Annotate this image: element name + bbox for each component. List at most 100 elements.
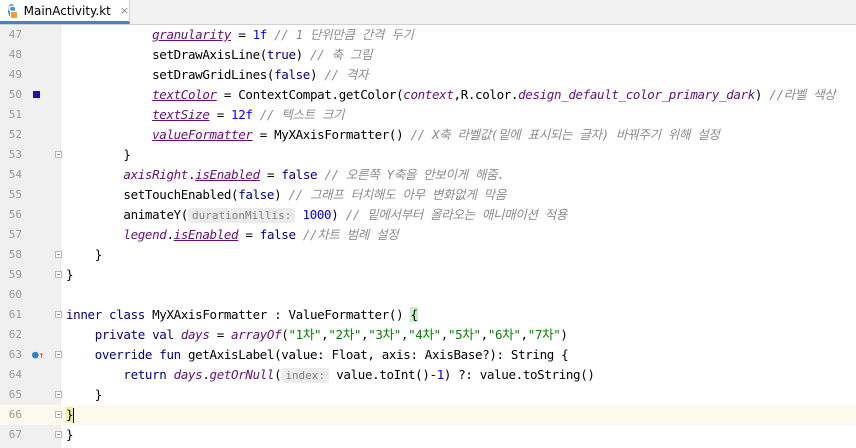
code-line[interactable]: 59} [0, 265, 856, 285]
code-text[interactable]: } [66, 385, 103, 405]
code-line[interactable]: 54 axisRight.isEnabled = false // 오른쪽 Y축… [0, 165, 856, 185]
fold-marker-icon[interactable] [55, 391, 62, 398]
code-token: 1 [436, 367, 445, 382]
code-line[interactable]: 50 textColor = ContextCompat.getColor(co… [0, 85, 856, 105]
line-number[interactable]: 66 [0, 405, 22, 425]
code-comment: // X축 라벨값(밑에 표시되는 글자) 바꿔주기 위해 설정 [410, 127, 720, 142]
line-number[interactable]: 47 [0, 25, 22, 45]
code-text[interactable]: animateY(durationMillis: 1000) // 밑에서부터 … [66, 205, 567, 226]
code-comment: // 오른쪽 Y축을 안보이게 해줌. [317, 167, 505, 182]
color-swatch-icon[interactable] [33, 91, 40, 98]
code-text[interactable]: setDrawAxisLine(true) // 축 그림 [66, 45, 372, 65]
line-number[interactable]: 65 [0, 385, 22, 405]
code-line[interactable]: 51 textSize = 12f // 텍스트 크기 [0, 105, 856, 125]
fold-marker-icon[interactable] [55, 151, 62, 158]
fold-marker-icon[interactable] [55, 351, 62, 358]
code-line[interactable]: 48 setDrawAxisLine(true) // 축 그림 [0, 45, 856, 65]
code-line[interactable]: 62 private val days = arrayOf("1차","2차",… [0, 325, 856, 345]
code-line[interactable]: 49 setDrawGridLines(false) // 격자 [0, 65, 856, 85]
code-line[interactable]: 60 [0, 285, 856, 305]
line-number[interactable]: 62 [0, 325, 22, 345]
line-number[interactable]: 48 [0, 45, 22, 65]
code-token: } [66, 427, 74, 442]
line-number[interactable]: 50 [0, 85, 22, 105]
code-line[interactable]: 64 return days.getOrNull(index: value.to… [0, 365, 856, 385]
line-number[interactable]: 59 [0, 265, 22, 285]
code-text[interactable]: } [66, 145, 131, 165]
code-line[interactable]: 66} [0, 405, 856, 425]
line-number[interactable]: 52 [0, 125, 22, 145]
line-number[interactable]: 51 [0, 105, 22, 125]
line-number[interactable]: 57 [0, 225, 22, 245]
tab-main-activity[interactable]: C MainActivity.kt × [0, 0, 130, 24]
code-text[interactable]: textSize = 12f // 텍스트 크기 [66, 105, 344, 125]
code-text[interactable]: axisRight.isEnabled = false // 오른쪽 Y축을 안… [66, 165, 504, 185]
code-text[interactable]: setTouchEnabled(false) // 그래프 터치해도 아무 변화… [66, 185, 506, 205]
code-line[interactable]: 47 granularity = 1f // 1 단위만큼 간격 두기 [0, 25, 856, 45]
code-text[interactable]: legend.isEnabled = false //차트 범례 설정 [66, 225, 398, 245]
line-number[interactable]: 58 [0, 245, 22, 265]
override-method-icon[interactable]: ●↑ [32, 348, 44, 363]
line-number[interactable]: 60 [0, 285, 22, 305]
code-token: = MyXAxisFormatter() [252, 127, 411, 142]
line-number[interactable]: 54 [0, 165, 22, 185]
code-text[interactable]: } [66, 405, 75, 425]
line-number[interactable]: 67 [0, 425, 22, 445]
code-text[interactable]: } [66, 425, 74, 445]
code-line[interactable]: 52 valueFormatter = MyXAxisFormatter() /… [0, 125, 856, 145]
line-number[interactable]: 56 [0, 205, 22, 225]
code-text[interactable]: valueFormatter = MyXAxisFormatter() // X… [66, 125, 720, 145]
line-number[interactable]: 64 [0, 365, 22, 385]
code-line[interactable]: 57 legend.isEnabled = false //차트 범례 설정 [0, 225, 856, 245]
code-editor[interactable]: 47 granularity = 1f // 1 단위만큼 간격 두기 48 se… [0, 25, 856, 448]
code-line[interactable]: 61 inner class MyXAxisFormatter : ValueFo… [0, 305, 856, 325]
code-token: { [410, 307, 418, 322]
code-token: . [202, 367, 210, 382]
code-line[interactable]: 67} [0, 425, 856, 445]
code-line[interactable]: 65 } [0, 385, 856, 405]
code-line[interactable]: 58 } [0, 245, 856, 265]
line-number[interactable]: 61 [0, 305, 22, 325]
code-text[interactable]: } [66, 265, 74, 285]
fold-marker-icon[interactable] [55, 271, 62, 278]
code-token: return [123, 367, 174, 382]
code-token: false [259, 227, 296, 242]
code-token: 12f [231, 107, 253, 122]
line-number[interactable]: 49 [0, 65, 22, 85]
code-token: } [66, 407, 74, 422]
close-icon[interactable]: × [120, 4, 129, 17]
line-number[interactable]: 55 [0, 185, 22, 205]
code-text[interactable]: private val days = arrayOf("1차","2차","3차… [66, 325, 568, 345]
code-comment: // 1 단위만큼 간격 두기 [266, 27, 414, 42]
parameter-hint: index: [281, 368, 330, 383]
code-line[interactable]: 56 animateY(durationMillis: 1000) // 밑에서… [0, 205, 856, 225]
fold-marker-icon[interactable] [55, 251, 62, 258]
fold-marker-icon[interactable] [55, 431, 62, 438]
code-text[interactable]: setDrawGridLines(false) // 격자 [66, 65, 368, 85]
fold-marker-icon[interactable] [55, 411, 62, 418]
fold-marker-icon[interactable] [55, 311, 62, 318]
code-line[interactable]: 63 ●↑ override fun getAxisLabel(value: Fl… [0, 345, 856, 365]
code-line[interactable]: 53 } [0, 145, 856, 165]
code-line[interactable]: 55 setTouchEnabled(false) // 그래프 터치해도 아무… [0, 185, 856, 205]
line-number[interactable]: 53 [0, 145, 22, 165]
line-number[interactable]: 63 [0, 345, 22, 365]
editor-tab-bar: C MainActivity.kt × [0, 0, 856, 25]
code-text[interactable]: granularity = 1f // 1 단위만큼 간격 두기 [66, 25, 414, 45]
code-text[interactable]: } [66, 245, 103, 265]
code-token: isEnabled [173, 227, 239, 242]
code-text[interactable]: textColor = ContextCompat.getColor(conte… [66, 85, 836, 105]
code-token: textSize [152, 107, 210, 122]
code-text[interactable]: override fun getAxisLabel(value: Float, … [66, 345, 569, 365]
code-text[interactable]: return days.getOrNull(index: value.toInt… [66, 365, 595, 386]
code-comment: // 축 그림 [302, 47, 373, 62]
code-token: getOrNull [209, 367, 275, 382]
code-token: private val [94, 327, 181, 342]
code-text[interactable]: inner class MyXAxisFormatter : ValueForm… [66, 305, 418, 325]
code-token: } [66, 387, 103, 402]
